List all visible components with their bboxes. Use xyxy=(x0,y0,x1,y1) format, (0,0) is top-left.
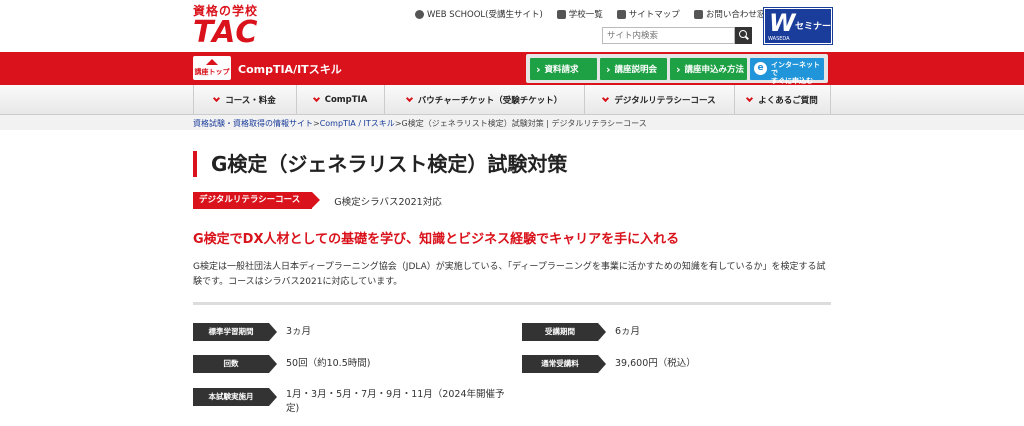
chevron-down-icon xyxy=(213,94,221,103)
nav-item-label: コース・料金 xyxy=(225,96,276,106)
logo-wordmark: TAC xyxy=(193,15,259,50)
nav-item-comptia[interactable]: CompTIA xyxy=(296,85,384,115)
breadcrumb-current: G検定（ジェネラリスト検定）試験対策 | デジタルリテラシーコース xyxy=(401,119,647,128)
info-label: 通常受講料 xyxy=(522,355,606,373)
info-label: 受講期間 xyxy=(522,323,606,341)
info-exam-months: 本試験実施月 1月・3月・5月・7月・9月・11月（2024年開催予定) xyxy=(193,388,516,416)
utility-link-label: サイトマップ xyxy=(628,10,680,20)
info-value: 1月・3月・5月・7月・9月・11月（2024年開催予定) xyxy=(286,389,505,414)
search-icon[interactable] xyxy=(735,27,752,44)
nav-item-label: よくあるご質問 xyxy=(758,96,818,106)
site-search xyxy=(602,27,752,44)
internet-apply-line2: すぐに申込む xyxy=(771,77,813,85)
breadcrumb-separator: > xyxy=(313,119,320,128)
global-nav: コース・料金 CompTIA バウチャーチケット（受験チケット） デジタルリテラ… xyxy=(0,85,1024,115)
course-top-label: 講座トップ xyxy=(194,68,230,76)
w-seminar-sub: WASEDA xyxy=(768,36,790,42)
lead-heading: G検定でDX人材としての基礎を学び、知識とビジネス経験でキャリアを手に入れる xyxy=(193,232,680,247)
section-divider xyxy=(193,302,831,305)
action-buttons: 資料請求 講座説明会 講座申込み方法 e インターネットですぐに申込む xyxy=(526,54,828,85)
info-value: 3ヵ月 xyxy=(286,326,312,337)
syllabus-note: G検定シラバス2021対応 xyxy=(334,196,442,208)
info-label: 回数 xyxy=(193,355,277,373)
nav-item-label: CompTIA xyxy=(324,95,368,105)
utility-nav: WEB SCHOOL(受講生サイト) 学校一覧 サイトマップ お問い合わせ窓口 xyxy=(415,8,774,20)
info-session-button[interactable]: 講座説明会 xyxy=(600,58,667,80)
request-materials-button[interactable]: 資料請求 xyxy=(530,58,597,80)
how-to-apply-button[interactable]: 講座申込み方法 xyxy=(670,58,747,80)
breadcrumb: 資格試験・資格取得の情報サイト>CompTIA / ITスキル>G検定（ジェネラ… xyxy=(193,118,647,129)
chevron-down-icon xyxy=(312,94,320,103)
info-study-period: 標準学習期間 3ヵ月 xyxy=(193,323,311,341)
breadcrumb-link-home[interactable]: 資格試験・資格取得の情報サイト xyxy=(193,119,313,128)
utility-link-label: 学校一覧 xyxy=(568,10,603,20)
info-value: 50回（約10.5時間) xyxy=(286,358,371,369)
site-header: 資格の学校 TAC WEB SCHOOL(受講生サイト) 学校一覧 サイトマップ… xyxy=(0,0,1024,52)
search-input[interactable] xyxy=(602,27,735,44)
section-title: CompTIA/ITスキル xyxy=(238,63,342,76)
course-description: G検定は一般社団法人日本ディープラーニング協会（JDLA）が実施している、「ディ… xyxy=(193,262,826,287)
gear-icon xyxy=(415,9,424,19)
sitemap-icon xyxy=(616,9,626,19)
utility-link-webschool[interactable]: WEB SCHOOL(受講生サイト) xyxy=(415,8,543,20)
nav-item-label: バウチャーチケット（受験チケット） xyxy=(417,96,563,106)
breadcrumb-separator: > xyxy=(394,119,402,128)
home-icon xyxy=(206,59,218,65)
internet-apply-button[interactable]: e インターネットで すぐに申込む xyxy=(750,58,824,85)
mail-icon xyxy=(693,9,703,19)
info-label: 本試験実施月 xyxy=(193,388,277,406)
utility-link-label: WEB SCHOOL(受講生サイト) xyxy=(427,10,543,20)
page-title: G検定（ジェネラリスト検定）試験対策 xyxy=(193,151,567,177)
course-category-tag: デジタルリテラシーコース xyxy=(193,192,321,209)
internet-icon: e xyxy=(754,62,767,75)
main-content: G検定（ジェネラリスト検定）試験対策 デジタルリテラシーコース G検定シラバス2… xyxy=(0,130,1024,426)
nav-item-courses[interactable]: コース・料金 xyxy=(193,85,296,115)
w-seminar-text: セミナー xyxy=(795,22,832,32)
nav-item-digital-literacy[interactable]: デジタルリテラシーコース xyxy=(584,85,734,115)
chevron-down-icon xyxy=(746,94,754,103)
course-tag-row: デジタルリテラシーコース G検定シラバス2021対応 xyxy=(193,192,442,209)
nav-item-faq[interactable]: よくあるご質問 xyxy=(734,85,831,115)
info-course-period: 受講期間 6ヵ月 xyxy=(522,323,640,341)
chevron-down-icon xyxy=(602,94,610,103)
info-label: 標準学習期間 xyxy=(193,323,277,341)
info-value: 6ヵ月 xyxy=(615,326,641,337)
internet-apply-line1: インターネットで xyxy=(771,61,820,77)
tac-logo[interactable]: 資格の学校 TAC xyxy=(193,4,273,48)
utility-link-schools[interactable]: 学校一覧 xyxy=(556,8,603,20)
info-value: 39,600円（税込） xyxy=(615,358,696,369)
utility-link-sitemap[interactable]: サイトマップ xyxy=(616,8,680,20)
section-bar: 講座トップ CompTIA/ITスキル 資料請求 講座説明会 講座申込み方法 e… xyxy=(0,52,1024,85)
w-seminar-banner[interactable]: W セミナー WASEDA xyxy=(763,7,833,45)
chevron-down-icon xyxy=(405,94,413,103)
nav-item-voucher[interactable]: バウチャーチケット（受験チケット） xyxy=(384,85,584,115)
course-top-button[interactable]: 講座トップ xyxy=(193,56,231,80)
w-seminar-mark: W xyxy=(769,9,796,37)
utility-link-contact[interactable]: お問い合わせ窓口 xyxy=(693,8,774,20)
building-icon xyxy=(556,9,566,19)
nav-item-label: デジタルリテラシーコース xyxy=(614,96,716,106)
breadcrumb-link-comptia[interactable]: CompTIA / ITスキル xyxy=(320,119,395,128)
info-sessions: 回数 50回（約10.5時間) xyxy=(193,355,370,373)
info-fee: 通常受講料 39,600円（税込） xyxy=(522,355,696,373)
